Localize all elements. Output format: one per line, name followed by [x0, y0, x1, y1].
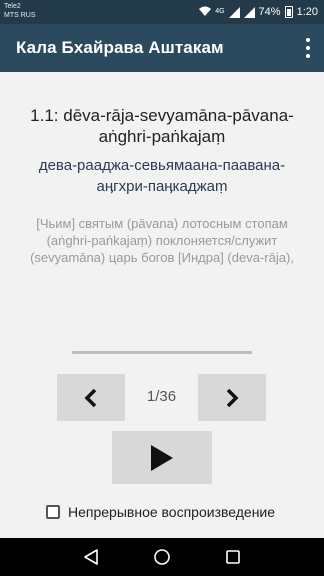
chevron-left-icon: [84, 388, 97, 407]
carrier-info: Tele2 MTS RUS: [4, 2, 36, 20]
chevron-right-icon: [226, 388, 239, 407]
signal-2-icon: [243, 6, 255, 18]
status-bar: Tele2 MTS RUS 4G 74% 1:20: [0, 0, 324, 24]
verse-counter: 1/36: [146, 388, 177, 405]
network-badge: 4G: [215, 8, 225, 15]
continuous-playback-checkbox[interactable]: [46, 505, 60, 519]
recent-square-icon[interactable]: [222, 546, 244, 568]
app-bar: Кала Бхайрава Аштакам: [0, 24, 324, 72]
battery-percent: 74%: [258, 6, 281, 18]
verse-cyrillic: дева-рааджа-севьямаана-паавана-аӊгхри-па…: [38, 157, 286, 195]
more-vert-icon[interactable]: [304, 38, 312, 58]
wifi-icon: [199, 6, 212, 19]
verse-translation: [Чьим] святым (pāvana) лотосным стопам (…: [30, 216, 294, 265]
status-indicators: 4G 74% 1:20: [199, 0, 318, 24]
play-icon: [151, 444, 173, 471]
main-content: 1.1: dēva-rāja-sevyamāna-pāvana-aṅghri-p…: [0, 72, 324, 538]
carrier-2-label: MTS RUS: [4, 12, 36, 19]
continuous-playback-label: Непрерывное воспроизведение: [68, 504, 276, 520]
back-triangle-icon[interactable]: [80, 546, 102, 568]
signal-1-icon: [228, 6, 240, 18]
system-nav-bar: [0, 538, 324, 576]
clock: 1:20: [296, 6, 318, 18]
app-title: Кала Бхайрава Аштакам: [16, 38, 224, 57]
play-button[interactable]: [112, 431, 212, 484]
carrier-1-label: Tele2: [4, 3, 21, 10]
playback-progress-bar[interactable]: [72, 351, 252, 354]
battery-icon: [284, 6, 293, 18]
verse-title: 1.1: dēva-rāja-sevyamāna-pāvana-aṅghri-p…: [30, 106, 294, 146]
previous-verse-button[interactable]: [57, 374, 125, 421]
home-circle-icon[interactable]: [151, 546, 173, 568]
next-verse-button[interactable]: [198, 374, 266, 421]
continuous-playback-toggle[interactable]: Непрерывное воспроизведение: [46, 504, 275, 520]
